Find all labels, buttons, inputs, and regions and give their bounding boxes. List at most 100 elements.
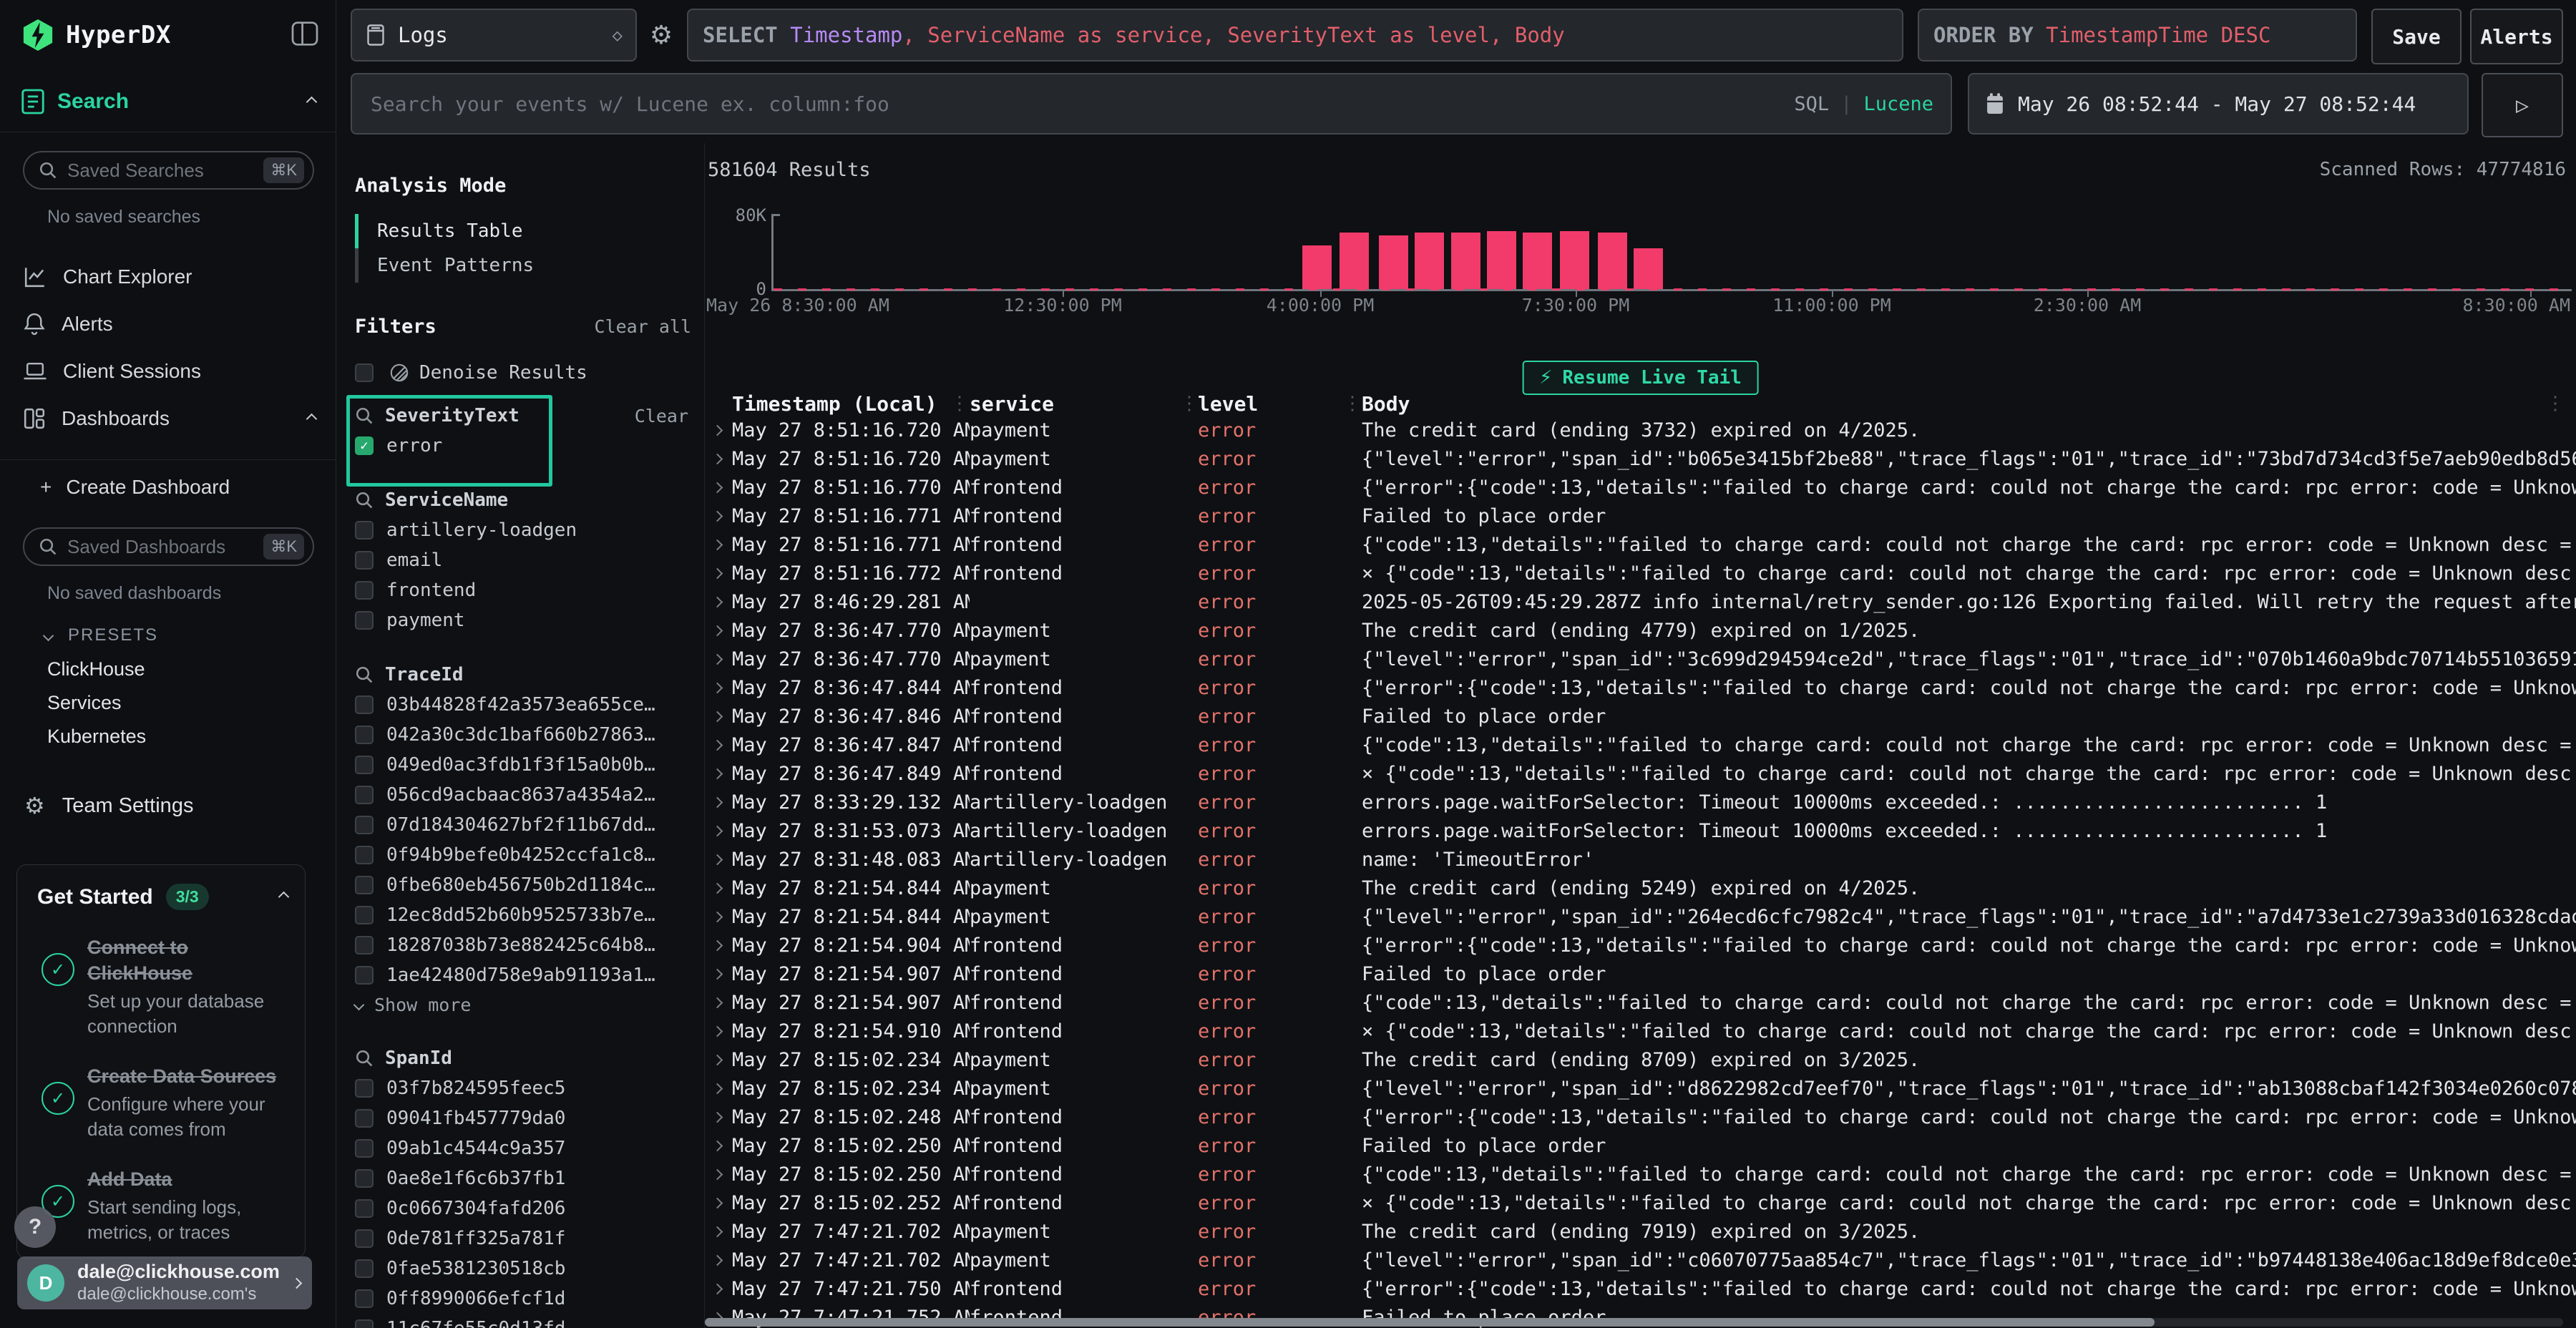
column-resize-handle[interactable]: ⋮ (1343, 393, 1362, 414)
table-row[interactable]: May 27 8:36:47.770 AMpaymenterrorThe cre… (708, 616, 2576, 645)
facet-checkbox[interactable] (355, 876, 374, 894)
preset-dashboard-clickhouse[interactable]: ClickHouse (0, 653, 336, 686)
source-settings-gear-icon[interactable]: ⚙ (643, 9, 680, 62)
sidebar-item-client-sessions[interactable]: Client Sessions (0, 348, 336, 395)
expand-row-icon[interactable] (712, 1226, 723, 1237)
facet-value[interactable]: email (355, 545, 691, 575)
expand-row-icon[interactable] (712, 682, 723, 693)
facet-checkbox[interactable] (355, 1139, 374, 1158)
sidebar-item-chart-explorer[interactable]: Chart Explorer (0, 253, 336, 301)
facet-checkbox[interactable] (355, 1259, 374, 1278)
facet-value[interactable]: 0ae8e1f6c6b37fb1 (355, 1163, 691, 1193)
expand-row-icon[interactable] (712, 968, 723, 980)
table-row[interactable]: May 27 8:21:54.907 AMfrontenderror{"code… (708, 988, 2576, 1017)
table-row[interactable]: May 27 8:15:02.234 AMpaymenterror{"level… (708, 1074, 2576, 1103)
table-row[interactable]: May 27 8:21:54.904 AMfrontenderror{"erro… (708, 931, 2576, 960)
facet-value[interactable]: 0de781ff325a781f (355, 1224, 691, 1254)
table-row[interactable]: May 27 8:51:16.770 AMfrontenderror{"erro… (708, 473, 2576, 502)
col-level[interactable]: level (1198, 392, 1362, 416)
table-row[interactable]: May 27 8:46:29.281 AMerror2025-05-26T09:… (708, 587, 2576, 616)
expand-row-icon[interactable] (712, 997, 723, 1008)
facet-checkbox[interactable] (355, 726, 374, 744)
expand-row-icon[interactable] (712, 567, 723, 579)
table-row[interactable]: May 27 8:36:47.846 AMfrontenderrorFailed… (708, 702, 2576, 731)
facet-checkbox[interactable] (355, 936, 374, 954)
table-row[interactable]: May 27 8:15:02.250 AMfrontenderror{"code… (708, 1160, 2576, 1188)
facet-value[interactable]: 0fae5381230518cb (355, 1254, 691, 1284)
analysis-mode-results-table[interactable]: Results Table (355, 214, 691, 248)
expand-row-icon[interactable] (712, 854, 723, 865)
chevron-up-icon[interactable] (278, 892, 290, 903)
save-button[interactable]: Save (2371, 9, 2462, 64)
facet-checkbox[interactable] (355, 756, 374, 774)
expand-row-icon[interactable] (712, 1168, 723, 1180)
table-row[interactable]: May 27 8:36:47.849 AMfrontenderror× {"co… (708, 759, 2576, 788)
expand-row-icon[interactable] (712, 825, 723, 836)
scrollbar-thumb[interactable] (705, 1318, 2155, 1327)
expand-row-icon[interactable] (712, 1111, 723, 1123)
facet-value[interactable]: 09ab1c4544c9a357 (355, 1133, 691, 1163)
facet-value[interactable]: ✓error (355, 431, 691, 461)
facet-value[interactable]: 0ff8990066efcf1d (355, 1284, 691, 1314)
get-started-step[interactable]: ✓Add DataStart sending logs, metrics, or… (37, 1166, 288, 1245)
facet-checkbox[interactable] (355, 906, 374, 924)
table-row[interactable]: May 27 8:36:47.844 AMfrontenderror{"erro… (708, 673, 2576, 702)
expand-row-icon[interactable] (712, 482, 723, 493)
expand-row-icon[interactable] (712, 939, 723, 951)
expand-row-icon[interactable] (712, 1254, 723, 1266)
table-row[interactable]: May 27 8:36:47.770 AMpaymenterror{"level… (708, 645, 2576, 673)
table-row[interactable]: May 27 8:51:16.771 AMfrontenderrorFailed… (708, 502, 2576, 530)
table-row[interactable]: May 27 8:33:29.132 AMartillery-loadgener… (708, 788, 2576, 816)
mode-lucene-toggle[interactable]: Lucene (1863, 93, 1933, 115)
facet-checkbox[interactable] (355, 521, 374, 540)
sidebar-item-search[interactable]: Search (21, 89, 316, 114)
table-row[interactable]: May 27 8:15:02.248 AMfrontenderror{"erro… (708, 1103, 2576, 1131)
facet-value[interactable]: 0f94b9befe0b4252ccfa1c8… (355, 840, 691, 870)
resume-live-tail-button[interactable]: ⚡ Resume Live Tail (1522, 361, 1759, 395)
facet-checkbox[interactable]: ✓ (355, 436, 374, 455)
horizontal-scrollbar[interactable] (705, 1318, 2563, 1327)
date-range-picker[interactable]: May 26 08:52:44 - May 27 08:52:44 (1968, 73, 2469, 135)
expand-row-icon[interactable] (712, 539, 723, 550)
facet-checkbox[interactable] (355, 1319, 374, 1328)
expand-row-icon[interactable] (712, 911, 723, 922)
order-by-input[interactable]: ORDER BY TimestampTime DESC (1918, 9, 2357, 62)
table-row[interactable]: May 27 8:21:54.844 AMpaymenterror{"level… (708, 902, 2576, 931)
saved-dashboards-input[interactable]: Saved Dashboards ⌘K (23, 527, 314, 566)
table-row[interactable]: May 27 7:47:21.750 AMfrontenderror{"erro… (708, 1274, 2576, 1303)
expand-row-icon[interactable] (712, 711, 723, 722)
mode-sql-toggle[interactable]: SQL (1794, 93, 1829, 115)
table-row[interactable]: May 27 8:51:16.771 AMfrontenderror{"code… (708, 530, 2576, 559)
expand-row-icon[interactable] (712, 882, 723, 894)
expand-row-icon[interactable] (712, 1083, 723, 1094)
table-row[interactable]: May 27 7:47:21.702 AMpaymenterror{"level… (708, 1246, 2576, 1274)
facet-clear-link[interactable]: Clear (635, 406, 688, 426)
lucene-search-field[interactable] (369, 92, 1794, 117)
facet-value[interactable]: 0c0667304fafd206 (355, 1193, 691, 1224)
table-row[interactable]: May 27 8:15:02.250 AMfrontenderrorFailed… (708, 1131, 2576, 1160)
facet-value[interactable]: artillery-loadgen (355, 515, 691, 545)
preset-dashboard-services[interactable]: Services (0, 686, 336, 720)
alerts-button[interactable]: Alerts (2470, 9, 2563, 64)
facet-value[interactable]: frontend (355, 575, 691, 605)
facet-checkbox[interactable] (355, 1199, 374, 1218)
expand-row-icon[interactable] (712, 653, 723, 665)
facet-checkbox[interactable] (355, 695, 374, 714)
table-row[interactable]: May 27 8:21:54.910 AMfrontenderror× {"co… (708, 1017, 2576, 1045)
facet-value[interactable]: 03f7b824595feec5 (355, 1073, 691, 1103)
clear-all-filters-link[interactable]: Clear all (595, 316, 691, 337)
sidebar-item-team-settings[interactable]: ⚙ Team Settings (24, 792, 336, 819)
facet-value[interactable]: 18287038b73e882425c64b8… (355, 930, 691, 960)
expand-row-icon[interactable] (712, 796, 723, 808)
table-row[interactable]: May 27 8:31:48.083 AMartillery-loadgener… (708, 845, 2576, 874)
expand-row-icon[interactable] (712, 1197, 723, 1209)
col-body[interactable]: Body (1362, 392, 2576, 416)
denoise-checkbox[interactable] (355, 363, 374, 382)
denoise-results-toggle[interactable]: Denoise Results (355, 358, 691, 388)
saved-searches-input[interactable]: Saved Searches ⌘K (23, 151, 314, 190)
table-row[interactable]: May 27 8:21:54.844 AMpaymenterrorThe cre… (708, 874, 2576, 902)
facet-value[interactable]: 12ec8dd52b60b9525733b7e… (355, 900, 691, 930)
source-select[interactable]: Logs ◇ (351, 9, 637, 62)
expand-row-icon[interactable] (712, 510, 723, 522)
sidebar-collapse-icon[interactable] (291, 21, 318, 49)
